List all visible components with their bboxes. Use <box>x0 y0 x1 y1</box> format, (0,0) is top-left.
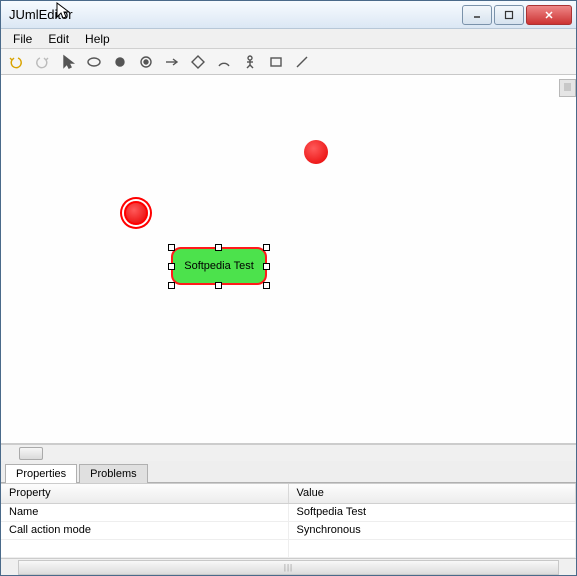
properties-panel: Property Value Name Softpedia Test Call … <box>1 483 576 558</box>
undo-icon[interactable] <box>5 51 27 73</box>
maximize-button[interactable] <box>494 5 524 25</box>
shape-circle-1[interactable] <box>124 201 148 225</box>
arc-icon[interactable] <box>213 51 235 73</box>
menu-file[interactable]: File <box>5 30 40 48</box>
hscroll-thumb[interactable] <box>19 447 43 460</box>
shape-action[interactable]: Softpedia Test <box>171 247 267 285</box>
circle-target-icon[interactable] <box>135 51 157 73</box>
table-row[interactable]: Call action mode Synchronous <box>1 522 576 540</box>
col-property[interactable]: Property <box>1 484 289 503</box>
prop-key: Name <box>1 504 289 521</box>
titlebar[interactable]: JUmlEditor <box>1 1 576 29</box>
toolbar <box>1 49 576 75</box>
selection-handle[interactable] <box>215 244 222 251</box>
menubar: File Edit Help <box>1 29 576 49</box>
prop-key <box>1 540 289 557</box>
line-icon[interactable] <box>291 51 313 73</box>
tab-properties[interactable]: Properties <box>5 464 77 483</box>
filled-circle-icon[interactable] <box>109 51 131 73</box>
window-title: JUmlEditor <box>9 7 462 22</box>
rectangle-icon[interactable] <box>265 51 287 73</box>
bottom-scrollbar[interactable]: ||| <box>1 558 576 575</box>
canvas[interactable]: Softpedia Test <box>1 75 576 444</box>
menu-edit[interactable]: Edit <box>40 30 77 48</box>
prop-value: Softpedia Test <box>289 504 577 521</box>
shape-circle-2[interactable] <box>304 140 328 164</box>
col-value[interactable]: Value <box>289 484 577 503</box>
canvas-hscroll[interactable] <box>1 444 576 461</box>
table-row[interactable]: Name Softpedia Test <box>1 504 576 522</box>
redo-icon[interactable] <box>31 51 53 73</box>
window-controls <box>462 5 572 25</box>
ellipse-icon[interactable] <box>83 51 105 73</box>
arrow-right-icon[interactable] <box>161 51 183 73</box>
app-window: JUmlEditor File Edit Help Softpedia Test <box>0 0 577 576</box>
prop-value: Synchronous <box>289 522 577 539</box>
hscroll-track[interactable]: ||| <box>18 560 559 575</box>
selection-handle[interactable] <box>263 282 270 289</box>
hscroll-grip[interactable]: ||| <box>19 561 558 574</box>
pointer-icon[interactable] <box>57 51 79 73</box>
stick-figure-icon[interactable] <box>239 51 261 73</box>
shape-label: Softpedia Test <box>184 260 254 272</box>
selection-handle[interactable] <box>263 244 270 251</box>
selection-handle[interactable] <box>168 263 175 270</box>
properties-header: Property Value <box>1 484 576 504</box>
menu-help[interactable]: Help <box>77 30 118 48</box>
diamond-icon[interactable] <box>187 51 209 73</box>
close-button[interactable] <box>526 5 572 25</box>
table-row <box>1 540 576 558</box>
selection-handle[interactable] <box>263 263 270 270</box>
vertical-scrollbar[interactable] <box>559 79 576 97</box>
selection-handle[interactable] <box>168 244 175 251</box>
tab-problems[interactable]: Problems <box>79 464 147 483</box>
selection-handle[interactable] <box>215 282 222 289</box>
prop-key: Call action mode <box>1 522 289 539</box>
prop-value <box>289 540 577 557</box>
selection-handle[interactable] <box>168 282 175 289</box>
minimize-button[interactable] <box>462 5 492 25</box>
bottom-tabs: Properties Problems <box>1 461 576 483</box>
